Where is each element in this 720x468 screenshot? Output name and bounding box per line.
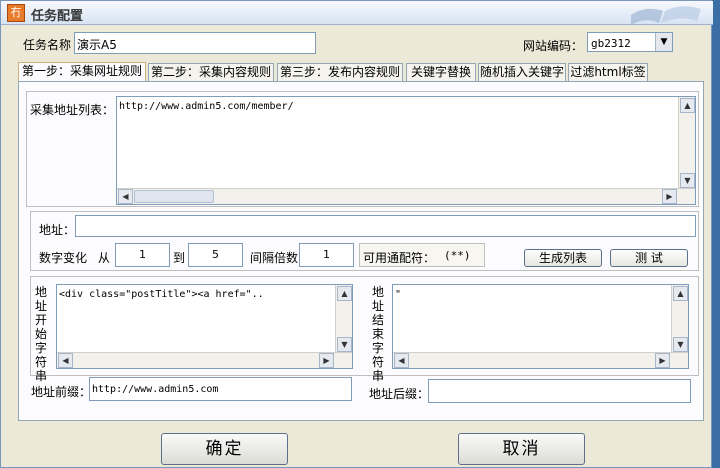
end-string-value: "	[395, 289, 402, 300]
tab-filter-html[interactable]: 过滤html标签	[568, 63, 648, 81]
address-label: 地址：	[39, 223, 76, 237]
start-hscrollbar[interactable]: ◀ ▶	[57, 352, 352, 368]
window-title: 任务配置	[31, 9, 84, 24]
task-name-input[interactable]: 演示A5	[74, 32, 316, 54]
collect-list-textarea[interactable]: http://www.admin5.com/member/ ▲ ▼ ◀ ▶	[116, 96, 696, 205]
collect-list-vscrollbar[interactable]: ▲ ▼	[678, 97, 695, 189]
tab-collect-content-rules[interactable]: 第二步：采集内容规则	[148, 63, 274, 81]
chevron-down-icon[interactable]: ▼	[655, 33, 672, 51]
tab-publish-content-rules[interactable]: 第三步：发布内容规则	[277, 63, 403, 81]
ok-button[interactable]: 确定	[161, 433, 288, 465]
task-config-window: 冇 任务配置 任务名称 演示A5 网站编码： gb2312 ▼ 第一步：采集网址…	[0, 0, 713, 468]
scroll-up-icon[interactable]: ▲	[673, 286, 688, 301]
encoding-label: 网站编码：	[523, 39, 584, 53]
scroll-down-icon[interactable]: ▼	[673, 337, 688, 352]
wildcard-label: 可用通配符：	[363, 251, 436, 265]
scroll-right-icon[interactable]: ▶	[655, 353, 670, 368]
to-label: 到	[173, 251, 186, 265]
task-name-label: 任务名称	[23, 38, 72, 52]
collect-list-label: 采集地址列表：	[30, 103, 115, 117]
cancel-button[interactable]: 取消	[458, 433, 585, 465]
end-string-label: 地址结束字符串	[371, 285, 384, 383]
start-vscrollbar[interactable]: ▲ ▼	[335, 285, 352, 353]
scroll-down-icon[interactable]: ▼	[337, 337, 352, 352]
from-input[interactable]: 1	[115, 243, 170, 267]
start-string-value: <div class="postTitle"><a href="..	[59, 289, 264, 300]
address-input[interactable]	[75, 215, 696, 237]
task-config-icon: 冇	[7, 4, 25, 22]
start-string-textarea[interactable]: <div class="postTitle"><a href=".. ▲ ▼ ◀…	[56, 284, 353, 369]
from-label: 从	[98, 251, 111, 265]
scroll-down-icon[interactable]: ▼	[680, 173, 695, 188]
numeric-change-label: 数字变化	[39, 251, 88, 265]
scroll-left-icon[interactable]: ◀	[58, 353, 73, 368]
interval-label: 间隔倍数	[250, 251, 299, 265]
to-input[interactable]: 5	[188, 243, 243, 267]
title-bar[interactable]: 冇 任务配置	[1, 1, 713, 25]
wildcard-value: (**)	[444, 249, 471, 262]
suffix-input[interactable]	[428, 379, 691, 403]
tab-keyword-replace[interactable]: 关键字替换	[406, 63, 476, 81]
end-vscrollbar[interactable]: ▲ ▼	[671, 285, 688, 353]
collect-list-hscrollbar[interactable]: ◀ ▶	[117, 188, 695, 204]
suffix-label: 地址后缀：	[369, 387, 430, 401]
prefix-input[interactable]: http://www.admin5.com	[89, 377, 352, 401]
prefix-value: http://www.admin5.com	[92, 384, 219, 395]
tab-collect-url-rules[interactable]: 第一步：采集网址规则	[18, 62, 146, 82]
generate-list-button[interactable]: 生成列表	[524, 249, 602, 267]
scroll-up-icon[interactable]: ▲	[337, 286, 352, 301]
end-string-textarea[interactable]: " ▲ ▼ ◀ ▶	[392, 284, 689, 369]
tab-random-keyword[interactable]: 随机插入关键字	[478, 63, 566, 81]
scroll-right-icon[interactable]: ▶	[319, 353, 334, 368]
start-string-label: 地址开始字符串	[34, 285, 47, 383]
windows-logo-icon	[631, 6, 701, 25]
test-button[interactable]: 测 试	[610, 249, 688, 267]
interval-input[interactable]: 1	[299, 243, 354, 267]
scroll-up-icon[interactable]: ▲	[680, 98, 695, 113]
scroll-right-icon[interactable]: ▶	[662, 189, 677, 204]
encoding-select[interactable]: gb2312 ▼	[587, 32, 673, 52]
end-hscrollbar[interactable]: ◀ ▶	[393, 352, 688, 368]
prefix-label: 地址前缀：	[31, 385, 92, 399]
scroll-left-icon[interactable]: ◀	[118, 189, 133, 204]
task-name-value: 演示A5	[77, 38, 117, 52]
collect-list-item: http://www.admin5.com/member/	[119, 101, 294, 112]
wildcard-box: 可用通配符： (**)	[359, 243, 485, 267]
scroll-thumb[interactable]	[134, 190, 214, 203]
scroll-left-icon[interactable]: ◀	[394, 353, 409, 368]
encoding-value: gb2312	[591, 37, 631, 50]
